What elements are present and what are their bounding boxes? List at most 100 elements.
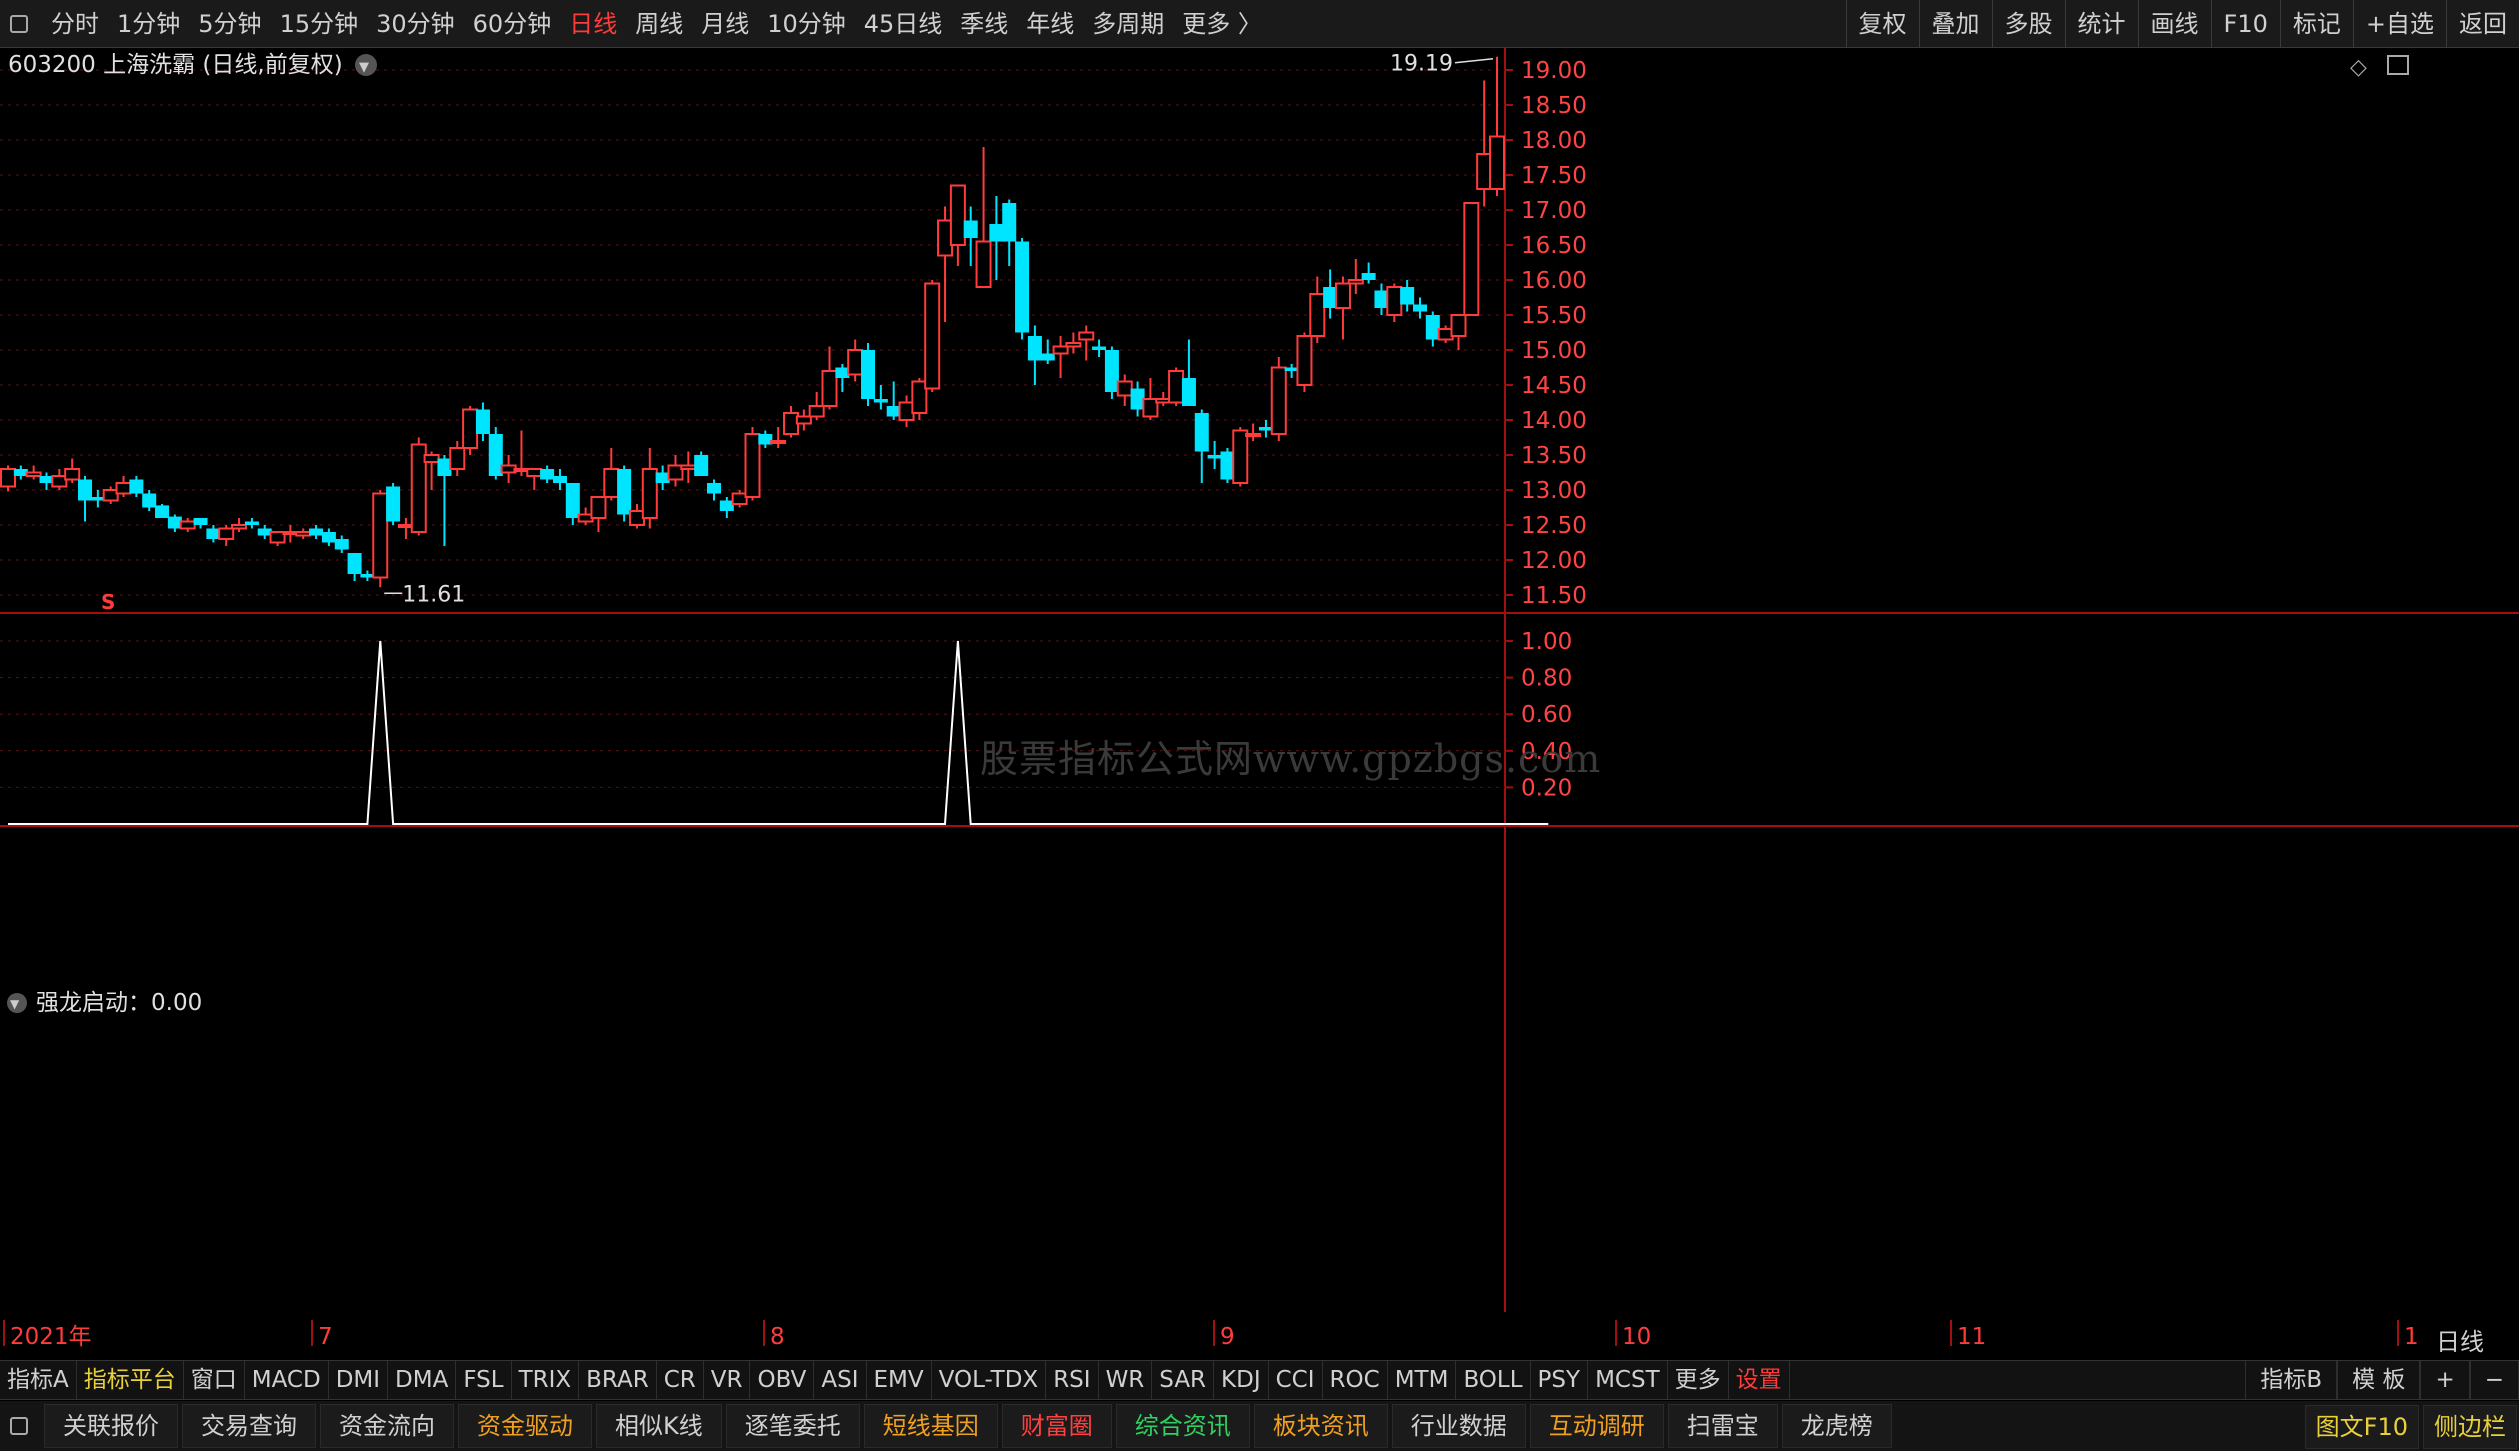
indicator-tab-25[interactable]: 更多: [1668, 1361, 1729, 1399]
toolbar-action-1[interactable]: 叠加: [1918, 0, 1992, 48]
indicator-tab-8[interactable]: BRAR: [579, 1361, 657, 1399]
candle-body-up: [1116, 380, 1133, 397]
bottom-button-6[interactable]: 短线基因: [863, 1404, 998, 1448]
candle-body-down: [155, 505, 170, 518]
indicator-tab-19[interactable]: CCI: [1269, 1361, 1323, 1399]
period-7[interactable]: 周线: [626, 0, 692, 48]
signal-s-marker: S: [101, 590, 115, 614]
indicator-tab-6[interactable]: FSL: [456, 1361, 512, 1399]
period-2[interactable]: 5分钟: [189, 0, 270, 48]
period-12[interactable]: 年线: [1017, 0, 1083, 48]
candle-body-down: [617, 469, 632, 515]
indicator-tab-right-0[interactable]: 指标B: [2245, 1361, 2338, 1399]
indicator-tab-4[interactable]: DMI: [329, 1361, 389, 1399]
bottom-button-12[interactable]: 扫雷宝: [1667, 1404, 1778, 1448]
period-13[interactable]: 多周期: [1083, 0, 1173, 48]
candle-body-up: [0, 468, 16, 488]
indicator-tab-17[interactable]: SAR: [1152, 1361, 1215, 1399]
indicator-tab-2[interactable]: 窗口: [184, 1361, 245, 1399]
bottom-button-9[interactable]: 板块资讯: [1253, 1404, 1388, 1448]
indicator-tab-5[interactable]: DMA: [388, 1361, 457, 1399]
period-4[interactable]: 30分钟: [367, 0, 464, 48]
period-3[interactable]: 15分钟: [271, 0, 368, 48]
bottom-button-1[interactable]: 交易查询: [182, 1404, 316, 1448]
bottom-right-button-1[interactable]: 侧边栏: [2423, 1405, 2517, 1449]
menu-square-icon[interactable]: [10, 14, 28, 33]
candle-body-down: [1361, 273, 1376, 280]
indicator-tab-18[interactable]: KDJ: [1214, 1361, 1269, 1399]
toolbar-action-4[interactable]: 画线: [2137, 0, 2211, 48]
indicator-tab-14[interactable]: VOL-TDX: [932, 1361, 1047, 1399]
bottom-button-8[interactable]: 综合资讯: [1115, 1404, 1250, 1448]
toolbar-action-7[interactable]: +自选: [2352, 0, 2446, 48]
panel-toggle-icon[interactable]: [10, 1417, 28, 1435]
indicator-tab-right-2[interactable]: +: [2420, 1361, 2470, 1399]
indicator-tab-22[interactable]: BOLL: [1456, 1361, 1531, 1399]
indicator-tab-right-1[interactable]: 模 板: [2337, 1361, 2421, 1399]
max-price-arrow: [1454, 57, 1494, 64]
candle-body-down: [694, 455, 709, 476]
bottom-button-10[interactable]: 行业数据: [1391, 1404, 1526, 1448]
bottom-button-7[interactable]: 财富圈: [1001, 1404, 1112, 1448]
bottom-button-3[interactable]: 资金驱动: [458, 1404, 592, 1448]
indicator-tab-21[interactable]: MTM: [1388, 1361, 1457, 1399]
candle-body-down: [1040, 353, 1055, 361]
period-8[interactable]: 月线: [692, 0, 758, 48]
bottom-right-button-0[interactable]: 图文F10: [2304, 1405, 2419, 1449]
indicator-tab-3[interactable]: MACD: [245, 1361, 329, 1399]
candle-body-up: [975, 240, 992, 288]
candle-body-up: [179, 520, 196, 530]
toolbar-action-2[interactable]: 多股: [1991, 0, 2065, 48]
indicator-tab-24[interactable]: MCST: [1588, 1361, 1668, 1399]
indicator-tab-16[interactable]: WR: [1099, 1361, 1153, 1399]
indicator-tab-7[interactable]: TRIX: [512, 1361, 580, 1399]
period-5[interactable]: 60分钟: [464, 0, 561, 48]
candle-body-up: [795, 415, 812, 425]
bottom-button-2[interactable]: 资金流向: [320, 1404, 454, 1448]
period-11[interactable]: 季线: [951, 0, 1017, 48]
indicator-tab-right-3[interactable]: −: [2469, 1361, 2519, 1399]
candle-body-up: [949, 184, 966, 246]
period-0[interactable]: 分时: [42, 0, 108, 48]
period-9[interactable]: 10分钟: [758, 0, 855, 48]
indicator-tab-11[interactable]: OBV: [750, 1361, 815, 1399]
indicator-tab-1[interactable]: 指标平台: [77, 1361, 184, 1399]
candle-body-down: [565, 483, 580, 518]
candle-body-up: [808, 405, 825, 418]
min-price-label: 11.61: [402, 582, 465, 607]
bottom-button-13[interactable]: 龙虎榜: [1781, 1404, 1892, 1448]
toolbar-action-8[interactable]: 返回: [2446, 0, 2519, 48]
candle-body-down: [347, 553, 362, 574]
indicator-tab-20[interactable]: ROC: [1323, 1361, 1388, 1399]
period-14[interactable]: 更多 〉: [1173, 0, 1271, 48]
period-10[interactable]: 45日线: [855, 0, 952, 48]
indicator-tab-13[interactable]: EMV: [867, 1361, 932, 1399]
toolbar-action-6[interactable]: 标记: [2279, 0, 2353, 48]
bottom-button-11[interactable]: 互动调研: [1529, 1404, 1664, 1448]
price-tick-label: 19.00: [1521, 58, 1587, 84]
indicator-tab-9[interactable]: CR: [657, 1361, 704, 1399]
bottom-button-5[interactable]: 逐笔委托: [725, 1404, 860, 1448]
period-toolbar: 分时 1分钟 5分钟 15分钟 30分钟 60分钟 日线 周线 月线 10分钟 45日线 季线 年线 多周…: [0, 0, 2519, 48]
indicator-tab-15[interactable]: RSI: [1046, 1361, 1099, 1399]
candle-body-up: [64, 468, 81, 481]
toolbar-action-5[interactable]: F10: [2210, 0, 2280, 48]
indicator-tab-26[interactable]: 设置: [1729, 1361, 1790, 1399]
indicator-tab-12[interactable]: ASI: [814, 1361, 867, 1399]
bottom-button-4[interactable]: 相似K线: [596, 1404, 722, 1448]
candle-body-up: [25, 471, 42, 477]
period-1[interactable]: 1分钟: [108, 0, 189, 48]
candle-body-down: [475, 409, 490, 434]
price-tick-label: 18.00: [1521, 128, 1587, 154]
candle-body-down: [321, 532, 336, 543]
toolbar-action-0[interactable]: 复权: [1845, 0, 1919, 48]
indicator-tab-0[interactable]: 指标A: [0, 1361, 77, 1399]
indicator-tab-23[interactable]: PSY: [1531, 1361, 1589, 1399]
bottom-button-0[interactable]: 关联报价: [44, 1404, 178, 1448]
period-6[interactable]: 日线: [560, 0, 626, 48]
price-tick-label: 16.50: [1521, 233, 1587, 259]
indicator-tab-10[interactable]: VR: [704, 1361, 751, 1399]
stock-chart[interactable]: 19.00 18.50 18.00 17.50 17.00 16.50 16.00 15.50…: [0, 48, 2519, 1360]
candle-body-up: [744, 433, 761, 498]
toolbar-action-3[interactable]: 统计: [2064, 0, 2138, 48]
